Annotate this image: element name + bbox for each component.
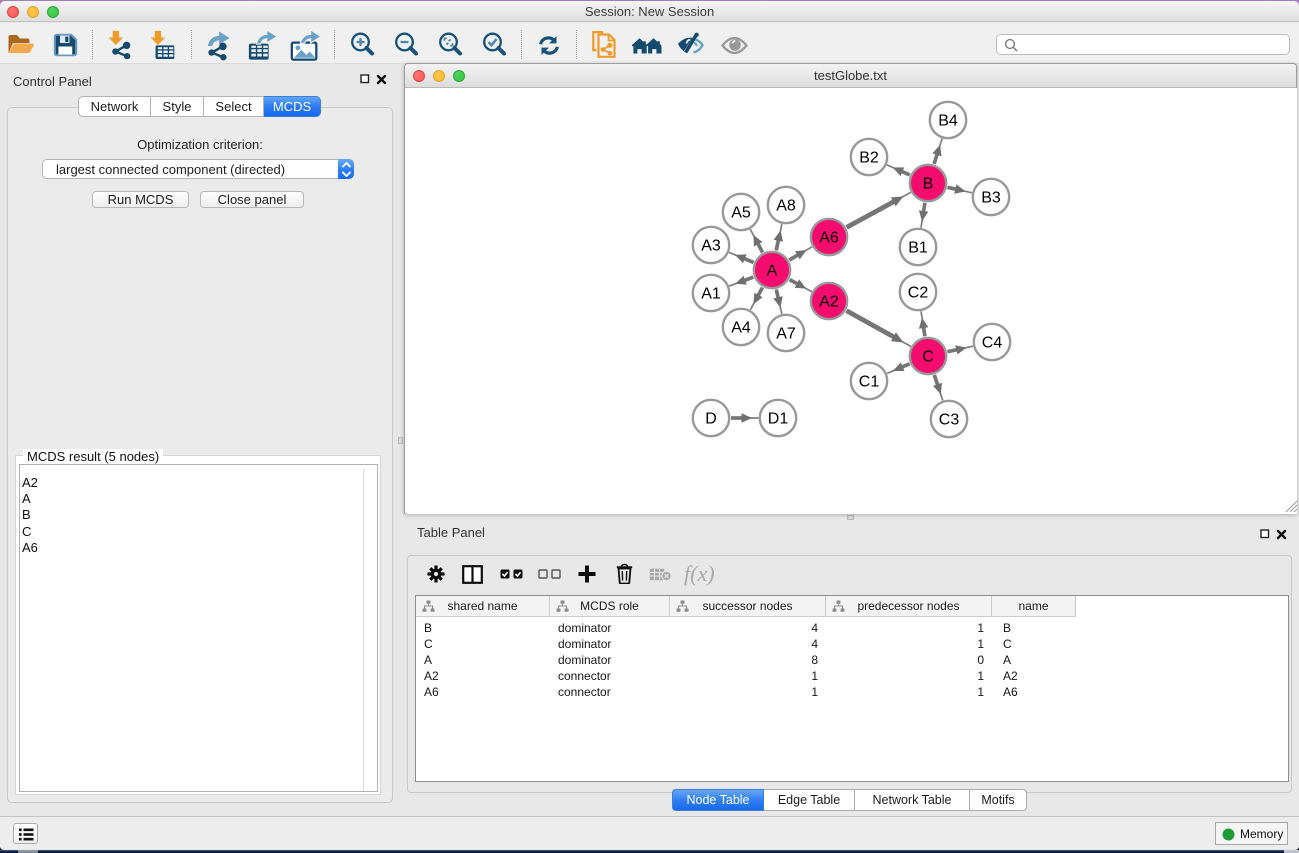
- svg-text:A8: A8: [776, 198, 796, 215]
- svg-text:D1: D1: [768, 411, 789, 428]
- svg-text:A7: A7: [776, 326, 796, 343]
- svg-text:B4: B4: [938, 113, 958, 130]
- svg-text:A6: A6: [819, 230, 839, 247]
- svg-text:A: A: [767, 263, 778, 280]
- svg-text:C: C: [922, 349, 934, 366]
- svg-text:B1: B1: [908, 240, 928, 257]
- svg-text:B: B: [923, 176, 934, 193]
- svg-text:C2: C2: [908, 285, 929, 302]
- svg-text:C1: C1: [859, 374, 880, 391]
- svg-text:C4: C4: [982, 335, 1003, 352]
- svg-text:A1: A1: [701, 286, 721, 303]
- svg-text:C3: C3: [939, 412, 960, 429]
- svg-text:B2: B2: [859, 150, 879, 167]
- svg-text:B3: B3: [981, 190, 1001, 207]
- svg-text:A4: A4: [731, 320, 751, 337]
- svg-text:A5: A5: [731, 205, 751, 222]
- svg-text:D: D: [705, 411, 717, 428]
- svg-text:A3: A3: [701, 238, 721, 255]
- svg-text:A2: A2: [819, 294, 839, 311]
